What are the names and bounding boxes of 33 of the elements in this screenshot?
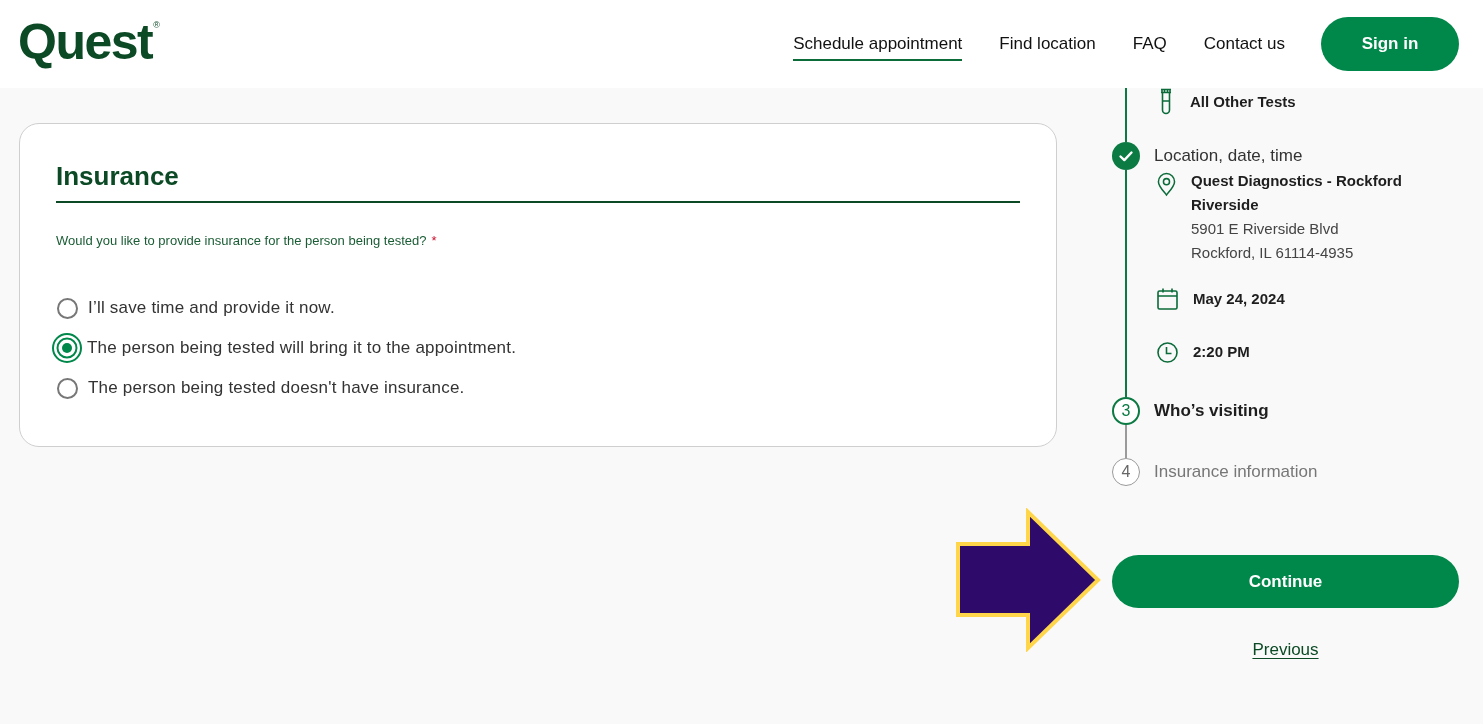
address-line: 5901 E Riverside Blvd bbox=[1190, 219, 1340, 239]
radio-button[interactable] bbox=[52, 333, 82, 363]
section-heading: Insurance bbox=[56, 161, 180, 191]
nav-link[interactable]: Contact us bbox=[1203, 26, 1285, 62]
nav-link[interactable]: Schedule appointment bbox=[793, 26, 963, 62]
test-tube-icon bbox=[1159, 88, 1173, 115]
location-pin-icon bbox=[1157, 172, 1176, 197]
question-text: Would you like to provide insurance for the person being tested? bbox=[56, 233, 427, 248]
nav-link[interactable]: FAQ bbox=[1132, 26, 1167, 62]
step-title: Location, date, time bbox=[1154, 145, 1304, 167]
step-number: 4 bbox=[1112, 458, 1140, 486]
previous-link[interactable]: Previous bbox=[1252, 640, 1319, 659]
sign-in-button[interactable]: Sign in bbox=[1321, 17, 1459, 71]
radio-option[interactable]: I’ll save time and provide it now. bbox=[56, 288, 1020, 328]
radio-button[interactable] bbox=[57, 377, 78, 399]
nav-link[interactable]: Find location bbox=[999, 26, 1096, 62]
progress-line bbox=[1125, 425, 1127, 458]
radio-option[interactable]: The person being tested will bring it to the appointment. bbox=[56, 328, 1020, 368]
step-title: Who’s visiting bbox=[1154, 400, 1270, 422]
appointment-time: 2:20 PM bbox=[1193, 342, 1250, 362]
radio-option[interactable]: The person being tested doesn't have insurance. bbox=[56, 368, 1020, 408]
test-name: All Other Tests bbox=[1190, 92, 1296, 112]
continue-button[interactable]: Continue bbox=[1112, 555, 1459, 608]
calendar-icon bbox=[1157, 288, 1178, 310]
step-title: Insurance information bbox=[1154, 461, 1319, 483]
location-name: Quest Diagnostics - Rockford Riverside bbox=[1190, 171, 1403, 215]
radio-button[interactable] bbox=[57, 297, 78, 319]
clock-icon bbox=[1157, 341, 1178, 363]
address-line: Rockford, IL 61114-4935 bbox=[1190, 243, 1355, 263]
logo: Quest$^{®}$ bbox=[18, 17, 160, 67]
appointment-date: May 24, 2024 bbox=[1193, 289, 1285, 309]
step-number: 3 bbox=[1112, 397, 1140, 425]
required-asterisk: * bbox=[431, 233, 437, 248]
